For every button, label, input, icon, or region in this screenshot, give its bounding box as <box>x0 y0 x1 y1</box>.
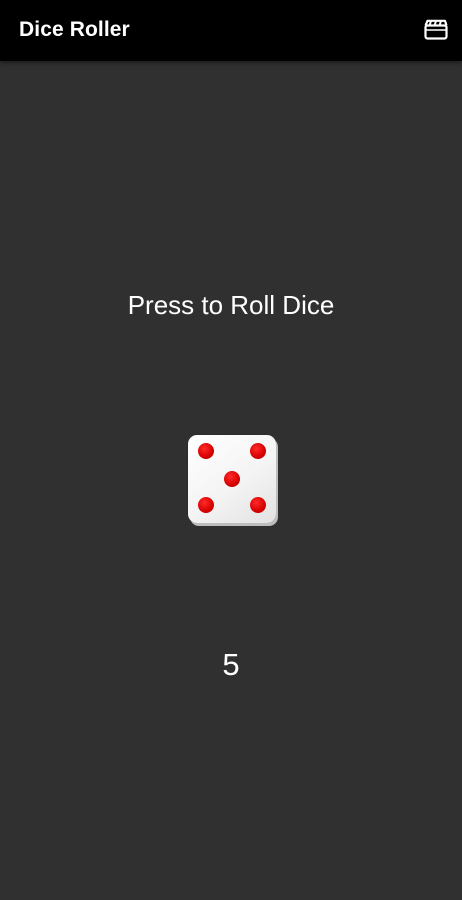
dice-pip <box>198 497 214 513</box>
app-title: Dice Roller <box>19 18 130 41</box>
film-clapper-icon <box>424 19 448 40</box>
dice-button[interactable] <box>188 435 278 525</box>
dice-pip <box>250 497 266 513</box>
dice-face-icon <box>188 435 276 523</box>
dice-pip <box>198 443 214 459</box>
dice-pip <box>250 443 266 459</box>
roll-result: 5 <box>222 647 240 682</box>
roll-prompt: Press to Roll Dice <box>127 290 335 320</box>
roll-action-button[interactable] <box>422 16 450 44</box>
dice-pip <box>224 471 240 487</box>
app-bar: Dice Roller <box>0 0 462 61</box>
